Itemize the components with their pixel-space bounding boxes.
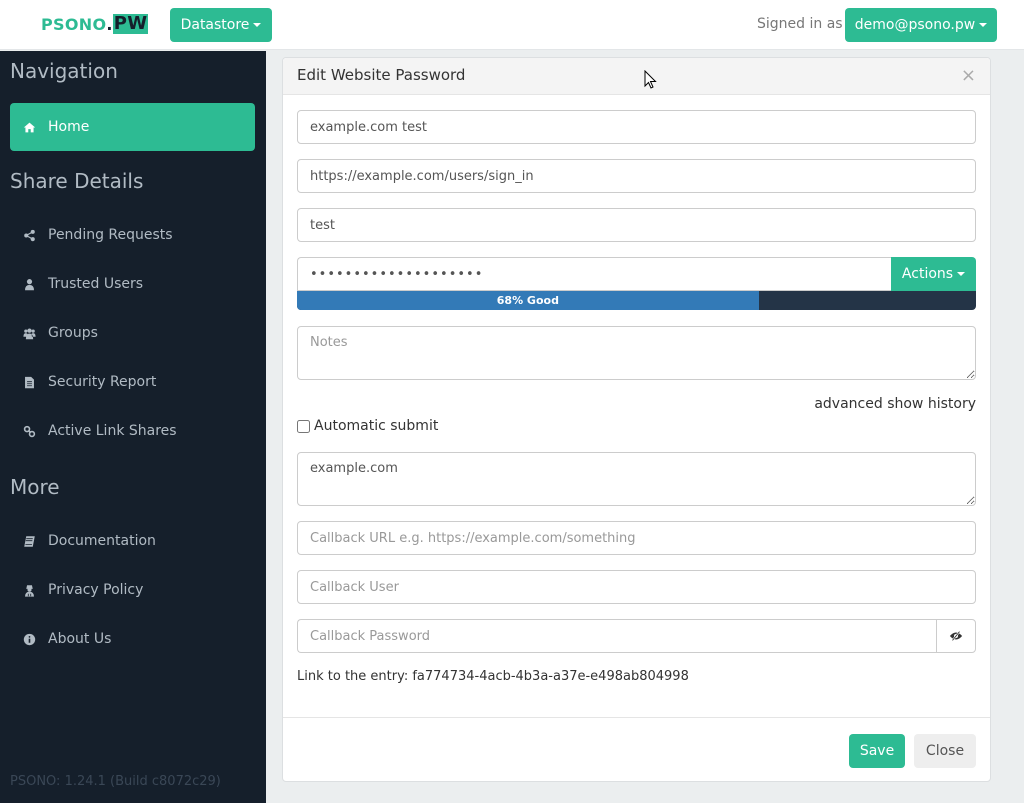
info-circle-icon <box>22 632 36 646</box>
password-strength-bar: 68% Good <box>297 291 976 310</box>
callback-user-input[interactable] <box>297 570 976 604</box>
home-icon <box>22 120 36 134</box>
sidebar-item-documentation[interactable]: Documentation <box>10 517 255 565</box>
automatic-submit-checkbox[interactable] <box>297 419 310 433</box>
modal-title: Edit Website Password <box>297 66 466 84</box>
save-button[interactable]: Save <box>849 734 905 768</box>
file-text-icon <box>22 375 36 389</box>
sidebar-item-security-report[interactable]: Security Report <box>10 358 255 406</box>
sidebar-item-label: Security Report <box>48 374 157 390</box>
sidebar-item-label: Privacy Policy <box>48 582 144 598</box>
book-icon <box>22 534 36 548</box>
user-label: demo@psono.pw <box>854 17 976 33</box>
signed-in-label: Signed in as <box>757 16 843 32</box>
sidebar-item-label: Trusted Users <box>48 276 144 292</box>
modal-footer: Save Close <box>283 717 990 781</box>
sidebar-item-label: Pending Requests <box>48 227 173 243</box>
sidebar-item-active-link-shares[interactable]: Active Link Shares <box>10 407 255 455</box>
url-filter-textarea[interactable]: example.com <box>297 452 976 506</box>
sidebar-item-label: Home <box>48 119 90 135</box>
sidebar-item-label: Documentation <box>48 533 156 549</box>
psono-logo[interactable]: PSONO. PW <box>41 13 149 35</box>
callback-url-input[interactable] <box>297 521 976 555</box>
sidebar: Navigation Home Share Details Pending Re… <box>0 51 266 803</box>
password-strength-label: 68% Good <box>496 294 559 307</box>
actions-dropdown-button[interactable]: Actions <box>891 257 976 291</box>
datastore-dropdown-button[interactable]: Datastore <box>170 8 272 42</box>
advanced-link[interactable]: advanced <box>814 396 882 412</box>
version-label: PSONO: 1.24.1 (Build c8072c29) <box>10 774 221 789</box>
user-menu-button[interactable]: demo@psono.pw <box>845 8 997 42</box>
close-button[interactable]: Close <box>914 734 976 768</box>
title-input[interactable] <box>297 110 976 144</box>
sidebar-item-home[interactable]: Home <box>10 103 255 151</box>
more-heading: More <box>10 475 60 499</box>
top-navbar: PSONO. PW Datastore Signed in as demo@pso… <box>0 0 1024 50</box>
actions-label: Actions <box>901 266 954 282</box>
share-icon <box>22 228 36 242</box>
edit-website-password-modal: Edit Website Password × ••••••••••••••••… <box>282 57 991 782</box>
sidebar-item-trusted-users[interactable]: Trusted Users <box>10 260 255 308</box>
user-icon <box>22 277 36 291</box>
sidebar-item-label: About Us <box>48 631 112 647</box>
automatic-submit-label: Automatic submit <box>314 418 439 434</box>
sidebar-item-groups[interactable]: Groups <box>10 309 255 357</box>
notes-textarea[interactable] <box>297 326 976 380</box>
url-input[interactable] <box>297 159 976 193</box>
sidebar-item-pending-requests[interactable]: Pending Requests <box>10 211 255 259</box>
sidebar-item-privacy-policy[interactable]: Privacy Policy <box>10 566 255 614</box>
show-history-link[interactable]: show history <box>887 396 976 412</box>
entry-link-text: Link to the entry: fa774734-4acb-4b3a-a3… <box>297 669 689 684</box>
logo-suffix: PW <box>112 13 149 34</box>
password-group: •••••••••••••••••••• Actions <box>297 257 976 291</box>
mouse-cursor-icon <box>644 70 657 89</box>
close-icon[interactable]: × <box>961 66 976 86</box>
caret-down-icon <box>957 272 966 276</box>
users-icon <box>22 326 36 340</box>
link-icon <box>22 424 36 438</box>
sidebar-item-label: Groups <box>48 325 98 341</box>
modal-header: Edit Website Password × <box>283 58 990 95</box>
sidebar-item-about-us[interactable]: About Us <box>10 615 255 663</box>
callback-password-input[interactable] <box>297 619 936 653</box>
password-strength-fill: 68% Good <box>297 291 759 310</box>
callback-password-group <box>297 619 976 653</box>
username-input[interactable] <box>297 208 976 242</box>
advanced-links: advanced show history <box>814 396 976 412</box>
sidebar-item-label: Active Link Shares <box>48 423 177 439</box>
logo-text: PSONO <box>41 14 107 34</box>
password-input[interactable]: •••••••••••••••••••• <box>297 257 891 291</box>
navigation-heading: Navigation <box>10 59 118 83</box>
user-secret-icon <box>22 583 36 597</box>
share-details-heading: Share Details <box>10 169 144 193</box>
datastore-label: Datastore <box>180 17 250 33</box>
automatic-submit-option[interactable]: Automatic submit <box>297 418 438 434</box>
eye-slash-icon <box>949 631 963 641</box>
toggle-visibility-button[interactable] <box>936 619 976 653</box>
caret-down-icon <box>979 23 988 27</box>
caret-down-icon <box>253 23 262 27</box>
